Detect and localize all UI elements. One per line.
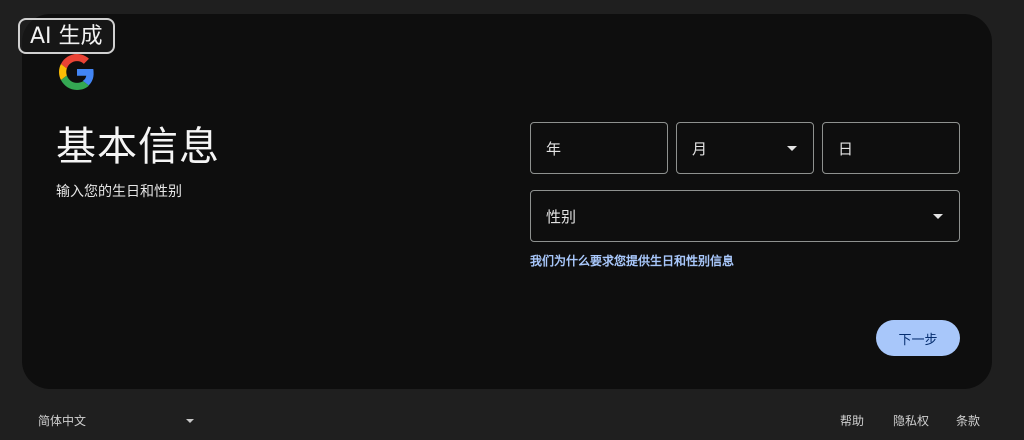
birth-year-input[interactable]: 年 [530,122,668,174]
chevron-down-icon [933,214,943,219]
footer-terms-link[interactable]: 条款 [956,412,980,429]
page-title: 基本信息 [56,124,220,170]
ai-generated-badge: AI 生成 [18,18,115,54]
footer-help-link[interactable]: 帮助 [840,412,864,429]
next-button[interactable]: 下一步 [876,320,960,356]
birth-month-select[interactable]: 月 [676,122,814,174]
birth-year-placeholder: 年 [546,139,562,158]
page-subtitle: 输入您的生日和性别 [56,184,182,200]
gender-placeholder: 性别 [546,207,577,226]
birth-month-placeholder: 月 [692,139,708,158]
gender-select[interactable]: 性别 [530,190,960,242]
footer-privacy-link[interactable]: 隐私权 [893,412,929,429]
birth-day-placeholder: 日 [838,139,854,158]
language-selector[interactable]: 简体中文 [38,412,86,429]
chevron-down-icon [787,146,797,151]
google-logo-icon [59,54,94,90]
signup-card: 基本信息 输入您的生日和性别 年 月 日 性别 我们为什么要求您提供生日和性别信… [22,14,992,389]
chevron-down-icon[interactable] [186,419,194,423]
birth-day-input[interactable]: 日 [822,122,960,174]
why-birthday-gender-link[interactable]: 我们为什么要求您提供生日和性别信息 [530,252,734,269]
